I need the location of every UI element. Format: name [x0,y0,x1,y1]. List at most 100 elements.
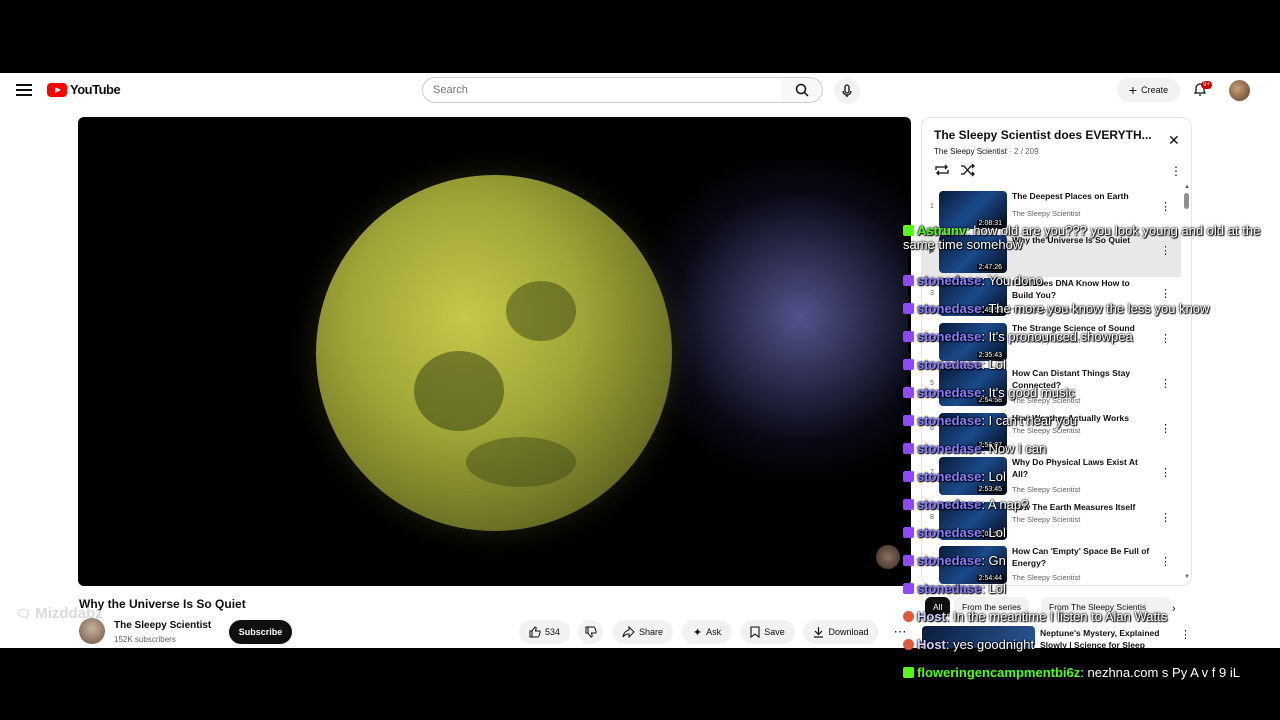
stream-watermark: 🗨 Mizddabz [16,605,103,622]
scroll-up-icon[interactable]: ▲ [1184,184,1190,190]
twitch-icon [903,331,914,342]
chat-username: stonedase [917,329,982,344]
create-button[interactable]: + Create [1117,78,1180,102]
shuffle-icon[interactable] [960,163,976,177]
loop-icon[interactable] [934,163,950,177]
dislike-button[interactable] [578,620,603,644]
chat-text: You dono [988,273,1043,288]
chat-message: stonedase: Gn [903,554,1278,568]
item-channel: The Sleepy Scientist [1012,573,1081,582]
like-button[interactable]: 534 [519,620,570,644]
playlist-position: - 2 / 209 [1009,147,1039,156]
ask-label: Ask [706,627,722,637]
playlist-meta: The Sleepy Scientist - 2 / 209 [934,147,1039,156]
kick-icon [903,667,914,678]
chat-message: stonedase: The more you know the less yo… [903,302,1278,316]
twitch-icon [903,499,914,510]
chat-text: Lol [988,469,1006,484]
thumbs-up-icon [529,626,541,638]
search-button[interactable] [781,77,823,103]
chat-text: Lol [988,357,1006,372]
close-icon[interactable]: ✕ [1168,132,1180,149]
channel-name[interactable]: The Sleepy Scientist [114,620,211,631]
playlist-title[interactable]: The Sleepy Scientist does EVERYTH... [934,128,1152,142]
notification-badge: 9+ [1201,81,1212,89]
chat-username: Astrunv [917,223,967,238]
chat-message: Host: In the meantime I listen to Alan W… [903,610,1278,624]
chat-username: stonedase [917,469,982,484]
account-avatar[interactable] [1229,80,1250,101]
twitch-icon [903,359,914,370]
chat-username: stonedase [917,441,982,456]
twitch-icon [903,555,914,566]
chat-message: floweringencampmentbi6z: nezhna.com s Py… [903,666,1278,680]
chat-message: stonedase: I can't hear you [903,414,1278,428]
video-player[interactable] [78,117,911,586]
playlist-menu-icon[interactable]: ⋮ [1170,164,1182,178]
moon-mare [414,351,504,431]
chat-message: Astrunv: how old are you??? you look you… [903,223,1261,252]
item-channel: The Sleepy Scientist [1012,485,1081,494]
twitch-icon [903,303,914,314]
item-menu-icon[interactable]: ⋮ [1160,200,1171,213]
share-button[interactable]: Share [612,620,673,644]
youtube-play-icon [47,82,67,97]
create-label: Create [1141,85,1169,95]
twitch-icon [903,387,914,398]
chat-username: stonedase [917,357,982,372]
search-input[interactable] [422,77,782,103]
like-count: 534 [544,627,561,637]
share-label: Share [638,627,664,637]
player-channel-watermark[interactable] [876,545,900,569]
chat-username: stonedase [917,273,982,288]
chat-text: I can't hear you [988,413,1078,428]
download-icon [814,627,824,638]
save-label: Save [764,627,785,637]
moon-image [316,175,672,531]
kick-icon [903,225,914,236]
chat-message: stonedase: It's pronounced showpea [903,330,1278,344]
save-button[interactable]: Save [740,620,795,644]
chat-text: Now I can [988,441,1047,456]
chat-message: stonedase: A nap? [903,498,1278,512]
subscribe-button[interactable]: Subscribe [229,620,292,644]
youtube-logo[interactable]: YouTube [47,82,121,97]
host-icon [903,639,914,650]
playlist-scrollbar[interactable] [1184,193,1189,209]
voice-search-button[interactable] [834,78,860,104]
twitch-icon [903,415,914,426]
chat-message: stonedase: Lol [903,526,1278,540]
mic-icon [842,84,852,97]
playlist-panel: The Sleepy Scientist does EVERYTH... ✕ T… [921,117,1192,586]
host-icon [903,611,914,622]
scroll-down-icon[interactable]: ▼ [1184,574,1190,580]
item-index: 1 [930,203,934,210]
chat-message: Host: yes goodnight [903,638,1278,652]
chat-text: The more you know the less you know [988,301,1210,316]
chat-username: stonedase [917,301,982,316]
item-index: 3 [930,290,934,297]
twitch-icon [903,527,914,538]
item-title[interactable]: The Deepest Places on Earth [1012,190,1152,202]
chat-text: Gn [988,553,1006,568]
twitch-icon [903,443,914,454]
twitch-icon [903,471,914,482]
item-menu-icon[interactable]: ⋮ [1160,287,1171,300]
chat-username: Host [917,637,946,652]
playlist-channel[interactable]: The Sleepy Scientist [934,147,1007,156]
chat-username: floweringencampmentbi6z [917,665,1081,680]
menu-icon[interactable] [16,84,32,96]
chat-username: stonedase [917,413,982,428]
sparkle-icon: ✦ [692,626,703,639]
item-menu-icon[interactable]: ⋮ [1160,511,1171,524]
moon-mare [506,281,576,341]
chat-text: A nap? [987,497,1029,512]
chat-username: Host [917,609,946,624]
bookmark-icon [750,626,760,638]
duration: 2:53:45 [976,486,1004,493]
download-button[interactable]: Download [803,620,879,644]
chat-text: It's good music [988,385,1075,400]
chat-text: In the meantime I listen to Alan Watts [953,609,1168,624]
chat-text: yes goodnight [953,637,1035,652]
ask-button[interactable]: ✦ Ask [682,620,732,644]
